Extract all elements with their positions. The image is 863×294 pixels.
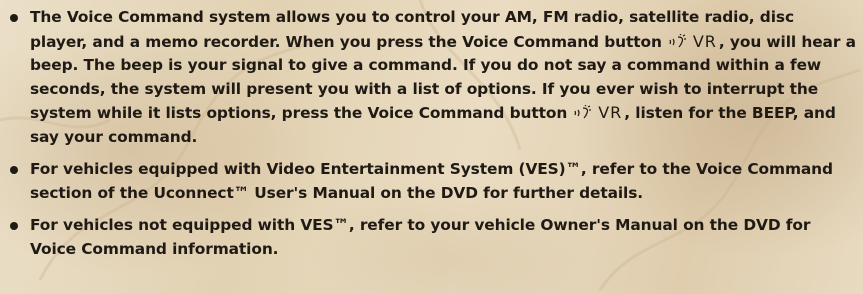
vr-label: VR bbox=[692, 31, 717, 51]
voice-command-info: The Voice Command system allows you to c… bbox=[4, 6, 856, 261]
bullet bbox=[10, 14, 18, 22]
bullet bbox=[10, 166, 18, 174]
vr-button-glyph: VR bbox=[573, 101, 622, 126]
item-text: For vehicles not equipped with VES™, ref… bbox=[30, 216, 811, 258]
item-text: For vehicles equipped with Video Enterta… bbox=[30, 160, 833, 202]
vr-label: VR bbox=[598, 103, 623, 122]
list-item: For vehicles not equipped with VES™, ref… bbox=[4, 214, 856, 261]
bullet bbox=[10, 222, 18, 230]
vr-button-glyph: VR bbox=[668, 30, 717, 55]
voice-command-icon bbox=[574, 104, 592, 119]
voice-command-icon bbox=[669, 33, 686, 47]
list-item: The Voice Command system allows you to c… bbox=[4, 6, 856, 149]
list-item: For vehicles equipped with Video Enterta… bbox=[4, 158, 856, 205]
